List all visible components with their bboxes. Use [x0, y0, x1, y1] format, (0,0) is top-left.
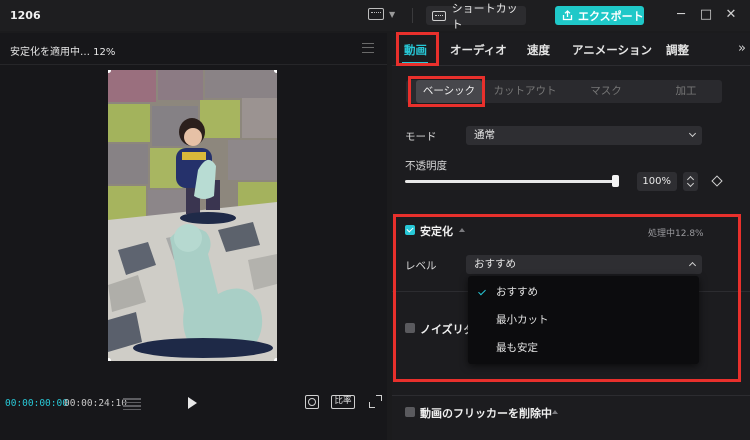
subtab-effect[interactable]: 加工 [656, 80, 716, 103]
tab-animation[interactable]: アニメーション [572, 42, 652, 58]
title-bar: 1206 ▼ ショートカット エクスポート ─ □ ✕ [0, 0, 750, 31]
current-time: 00:00:00:00 [5, 398, 68, 409]
tab-speed[interactable]: 速度 [527, 42, 550, 58]
dropdown-option-recommended[interactable]: おすすめ [468, 278, 699, 306]
subtab-cutout[interactable]: カットアウト [490, 80, 560, 103]
mode-select[interactable]: 通常 [466, 126, 702, 145]
sub-tabs: ベーシック カットアウト マスク 加工 [406, 80, 722, 103]
shortcut-button[interactable]: ショートカット [426, 2, 526, 31]
resize-handle[interactable] [274, 70, 277, 73]
mode-value: 通常 [474, 129, 495, 141]
fullscreen-icon[interactable] [369, 395, 382, 408]
collapse-icon[interactable] [552, 410, 558, 414]
opacity-label: 不透明度 [405, 160, 447, 172]
maximize-icon[interactable]: □ [697, 6, 715, 24]
tab-adjust[interactable]: 調整 [666, 42, 689, 58]
timecode-icon[interactable] [123, 398, 141, 410]
tab-audio[interactable]: オーディオ [450, 42, 507, 58]
active-tab-indicator [402, 62, 428, 64]
preview-panel: 安定化を適用中… 12% 00:00:00:00 00:00:24:10 比率 [0, 33, 387, 440]
opacity-input[interactable]: 100% [637, 172, 677, 191]
chevron-up-icon [688, 261, 697, 270]
opacity-slider-thumb[interactable] [612, 175, 619, 187]
check-icon [478, 287, 486, 296]
play-icon[interactable] [188, 397, 197, 409]
subtab-basic[interactable]: ベーシック [416, 80, 482, 103]
noise-reduction-title: ノイズリダ [420, 323, 475, 336]
dropdown-option-min-crop[interactable]: 最小カット [468, 306, 699, 334]
minimize-icon[interactable]: ─ [672, 6, 690, 24]
flicker-title: 動画のフリッカーを削除中 [420, 407, 552, 420]
video-image [108, 70, 277, 361]
opacity-stepper[interactable] [683, 172, 698, 191]
subtab-mask[interactable]: マスク [576, 80, 636, 103]
divider [412, 8, 413, 23]
resize-handle[interactable] [274, 358, 277, 361]
more-tabs-icon[interactable]: » [738, 41, 746, 56]
level-dropdown-menu: おすすめ 最小カット 最も安定 [468, 276, 699, 364]
resize-handle[interactable] [108, 358, 111, 361]
preview-header: 安定化を適用中… 12% [0, 33, 387, 65]
stabilize-title: 安定化 [420, 225, 453, 238]
video-frame[interactable] [108, 70, 277, 361]
collapse-icon[interactable] [459, 228, 465, 232]
main-tabs: 動画 オーディオ 速度 アニメーション 調整 » [392, 33, 750, 66]
close-icon[interactable]: ✕ [722, 6, 740, 24]
preview-status: 安定化を適用中… 12% [10, 47, 116, 58]
keyframe-icon[interactable] [711, 175, 723, 187]
mode-label: モード [405, 131, 437, 143]
level-select[interactable]: おすすめ [466, 255, 702, 274]
chevron-down-icon[interactable]: ▼ [389, 10, 395, 19]
export-icon [562, 10, 573, 21]
export-label: エクスポート [578, 9, 644, 23]
opacity-slider[interactable] [405, 180, 615, 183]
zoom-icon[interactable] [305, 395, 319, 409]
level-value: おすすめ [474, 258, 516, 270]
stabilize-checkbox[interactable] [405, 225, 415, 235]
inspector-panel: 動画 オーディオ 速度 アニメーション 調整 » ベーシック カットアウト マス… [392, 32, 750, 440]
player-controls: 00:00:00:00 00:00:24:10 比率 [0, 389, 387, 419]
flicker-checkbox[interactable] [405, 407, 415, 417]
keyboard-icon [432, 10, 446, 21]
level-label: レベル [405, 260, 437, 272]
project-title: 1206 [10, 9, 41, 22]
layout-icon[interactable] [368, 8, 384, 20]
dropdown-option-most-stable[interactable]: 最も安定 [468, 334, 699, 362]
noise-reduction-checkbox[interactable] [405, 323, 415, 333]
ratio-button[interactable]: 比率 [331, 395, 355, 409]
stabilize-status: 処理中12.8% [648, 229, 704, 239]
chevron-down-icon [688, 129, 697, 138]
shortcut-label: ショートカット [451, 1, 518, 31]
divider [392, 395, 750, 396]
tab-video[interactable]: 動画 [404, 42, 427, 58]
menu-icon[interactable] [362, 43, 374, 53]
export-button[interactable]: エクスポート [555, 6, 644, 25]
total-time: 00:00:24:10 [64, 398, 127, 409]
